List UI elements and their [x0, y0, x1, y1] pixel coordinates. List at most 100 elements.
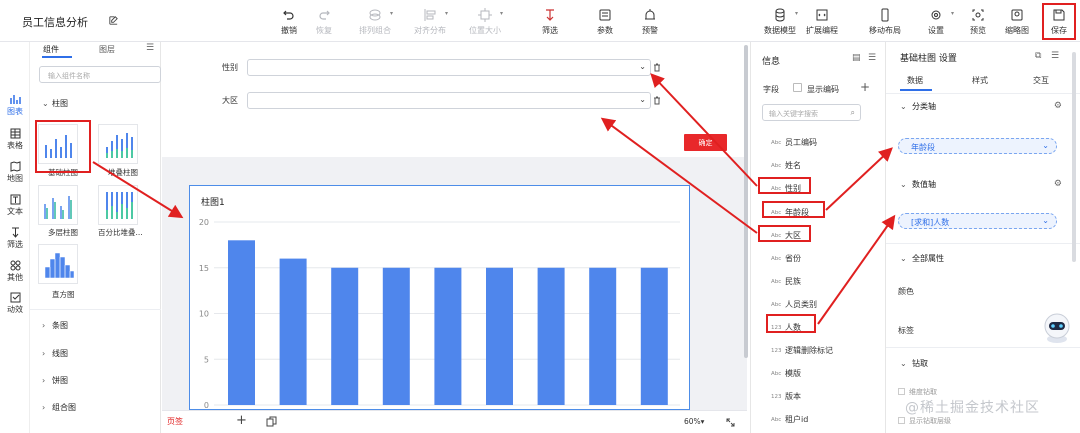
trash-icon[interactable]	[653, 96, 661, 105]
bar[interactable]	[640, 267, 668, 405]
collapse-icon[interactable]: ☰	[146, 43, 154, 53]
category-strip[interactable]: › 条图	[30, 312, 161, 336]
canvas-footer: 页签 + 60%▾	[162, 410, 747, 433]
confirm-button[interactable]: 确定	[684, 134, 727, 151]
assistant-robot-icon[interactable]	[1040, 311, 1074, 345]
drill-level-option[interactable]: 显示钻取层级	[898, 416, 951, 426]
rail-map[interactable]: 地图	[0, 161, 30, 184]
category-pie[interactable]: › 饼图	[30, 367, 161, 391]
filter-region-select[interactable]: ⌄	[247, 92, 651, 109]
settings-scrollbar[interactable]	[1072, 52, 1076, 262]
collapse-icon[interactable]: ☰	[868, 53, 876, 63]
thumbnail-button[interactable]: 缩略图	[995, 6, 1039, 38]
layout-icon[interactable]: ▤	[852, 53, 861, 63]
category-axis-field[interactable]: 年龄段 ⌄	[898, 138, 1057, 154]
bar[interactable]	[228, 240, 255, 405]
trash-icon[interactable]	[653, 63, 661, 72]
field-item[interactable]: 123 逻辑删除标记	[771, 345, 833, 356]
field-item[interactable]: Abc 租户id	[771, 414, 808, 425]
category-strip-label: 条图	[52, 321, 68, 330]
filter-region-label: 大区	[222, 96, 238, 105]
field-item[interactable]: Abc 民族	[771, 276, 801, 287]
tab-components[interactable]: 组件	[43, 44, 59, 55]
field-item[interactable]: Abc 姓名	[771, 160, 801, 171]
datamodel-button[interactable]: 数据模型 ▾	[758, 6, 802, 38]
align-button[interactable]: 对齐分布 ▾	[408, 6, 452, 38]
bar[interactable]	[279, 258, 307, 405]
rail-other[interactable]: 其他	[0, 260, 30, 283]
filter-button[interactable]: 筛选	[528, 6, 572, 38]
preview-button[interactable]: 预览	[956, 6, 1000, 38]
field-item[interactable]: Abc 员工编码	[771, 137, 817, 148]
field-item[interactable]: 123 版本	[771, 391, 801, 402]
position-button[interactable]: 位置大小 ▾	[463, 6, 507, 38]
page-tab[interactable]: 页签	[167, 416, 183, 427]
category-combo[interactable]: › 组合图	[30, 394, 161, 418]
bar[interactable]	[589, 267, 617, 405]
fullscreen-icon[interactable]	[726, 418, 735, 427]
bar[interactable]	[382, 267, 410, 405]
extend-button[interactable]: 扩展编程	[800, 6, 844, 38]
tab-style[interactable]: 样式	[972, 75, 988, 86]
thumb-stacked-bar[interactable]	[98, 124, 138, 164]
value-axis-field[interactable]: [求和]人数 ⌄	[898, 213, 1057, 229]
field-name: 民族	[785, 277, 801, 286]
thumb-histogram[interactable]	[38, 244, 78, 284]
drill-option[interactable]: 维度钻取	[898, 387, 937, 397]
bar[interactable]	[537, 267, 565, 405]
category-pie-label: 饼图	[52, 376, 68, 385]
copy-settings-icon[interactable]: ⧉	[1035, 51, 1041, 61]
params-icon	[599, 9, 611, 21]
all-props-section[interactable]: ⌄ 全部属性	[886, 253, 1080, 277]
gear-icon[interactable]: ⚙	[1054, 179, 1062, 189]
field-item[interactable]: Abc 模版	[771, 368, 801, 379]
add-field-icon[interactable]: +	[860, 80, 870, 94]
field-item[interactable]: Abc 人员类别	[771, 299, 817, 310]
rail-effect[interactable]: 动效	[0, 292, 30, 315]
settings-panel: 基础柱图 设置 ⧉ ☰ 数据 样式 交互 ⌄ 分类轴 ⚙ 年龄段 ⌄ ⌄ 数值轴 ⚙ [求…	[885, 42, 1080, 433]
info-title: 信息	[762, 57, 781, 67]
redo-button[interactable]: 恢复	[302, 6, 346, 38]
rail-text[interactable]: 文本	[0, 194, 30, 217]
tab-layers[interactable]: 图层	[99, 44, 115, 55]
chart-card[interactable]: 柱图1 0 5 10 15 20	[189, 185, 690, 410]
mobile-button[interactable]: 移动布局	[863, 6, 907, 38]
chevron-down-icon: ⌄	[900, 254, 907, 263]
add-page-icon[interactable]: +	[236, 413, 247, 428]
collapse-icon[interactable]: ☰	[1051, 51, 1059, 61]
gear-icon[interactable]: ⚙	[1054, 101, 1062, 111]
rail-filter[interactable]: 筛选	[0, 227, 30, 250]
bar[interactable]	[486, 267, 513, 405]
field-search-input[interactable]: 输入关键字搜索 ⌕	[762, 104, 861, 121]
zoom-select[interactable]: 60%▾	[684, 417, 704, 426]
filter-gender-select[interactable]: ⌄	[247, 59, 651, 76]
field-item[interactable]: Abc 省份	[771, 253, 801, 264]
alert-button[interactable]: 预警	[628, 6, 672, 38]
filter-icon	[546, 9, 554, 21]
category-line[interactable]: › 线图	[30, 340, 161, 364]
value-axis-section[interactable]: ⌄ 数值轴 ⚙	[886, 179, 1080, 203]
canvas-scrollbar[interactable]	[744, 45, 748, 358]
field-search-placeholder: 输入关键字搜索	[769, 110, 818, 118]
bar[interactable]	[331, 267, 359, 405]
thumb-multi-bar[interactable]	[38, 185, 78, 225]
thumb-percent-stacked[interactable]	[98, 185, 138, 225]
category-bar[interactable]: ⌄ 柱图	[30, 90, 161, 114]
rail-table[interactable]: 表格	[0, 128, 30, 151]
params-button[interactable]: 参数	[583, 6, 627, 38]
tab-interaction[interactable]: 交互	[1033, 75, 1049, 86]
component-search-input[interactable]: 输入组件名称	[39, 66, 161, 83]
bar[interactable]	[434, 267, 462, 405]
tab-data[interactable]: 数据	[907, 75, 923, 86]
drill-section[interactable]: ⌄ 钻取	[886, 358, 1080, 382]
rail-chart[interactable]: 图表	[0, 94, 30, 117]
edit-icon[interactable]	[108, 15, 119, 26]
category-axis-section[interactable]: ⌄ 分类轴 ⚙	[886, 101, 1080, 125]
app-title: 员工信息分析	[22, 16, 88, 29]
align-label: 对齐分布	[414, 26, 446, 35]
show-code-checkbox[interactable]	[793, 83, 802, 92]
settings-button[interactable]: 设置 ▾	[914, 6, 958, 38]
arrange-button[interactable]: 排列组合 ▾	[353, 6, 397, 38]
copy-icon[interactable]	[266, 416, 277, 427]
field-name: 租户id	[785, 415, 809, 424]
